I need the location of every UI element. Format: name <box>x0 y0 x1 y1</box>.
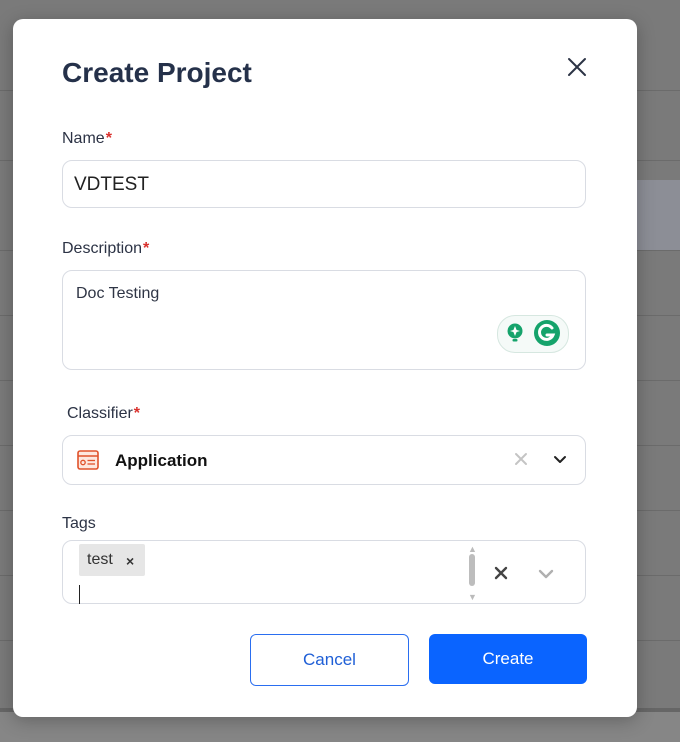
description-value: Doc Testing <box>76 285 160 302</box>
name-label-text: Name <box>62 130 105 147</box>
classifier-label-text: Classifier <box>67 405 133 422</box>
tag-chip: test × <box>79 544 145 576</box>
name-label: Name* <box>62 130 112 148</box>
required-asterisk: * <box>133 405 141 422</box>
grammarly-widget[interactable] <box>497 315 569 353</box>
dialog-title: Create Project <box>62 57 252 88</box>
name-input[interactable]: VDTEST <box>62 160 586 208</box>
chevron-down-icon[interactable] <box>538 567 554 579</box>
cancel-button[interactable]: Cancel <box>250 634 409 686</box>
tags-multiselect[interactable]: test × ▲ ▼ <box>62 540 586 604</box>
classifier-value: Application <box>115 451 208 470</box>
classifier-label: Classifier* <box>67 405 140 423</box>
close-icon[interactable] <box>565 55 589 79</box>
tags-label: Tags <box>62 515 96 533</box>
classifier-select[interactable]: Application <box>62 435 586 485</box>
description-textarea[interactable]: Doc Testing <box>62 270 586 370</box>
scroll-down-arrow[interactable]: ▼ <box>468 592 477 602</box>
name-input-value: VDTEST <box>74 174 149 195</box>
create-project-dialog: Create Project Name* VDTEST Description*… <box>13 19 637 717</box>
description-label: Description* <box>62 240 149 258</box>
scrollbar-thumb[interactable] <box>469 554 475 586</box>
required-asterisk: * <box>143 240 150 257</box>
chevron-down-icon[interactable] <box>552 453 568 465</box>
grammarly-icon <box>507 320 560 346</box>
required-asterisk: * <box>105 130 112 147</box>
remove-tag-icon[interactable]: × <box>126 553 134 569</box>
create-button[interactable]: Create <box>429 634 587 684</box>
tags-label-text: Tags <box>62 515 96 532</box>
scroll-up-arrow[interactable]: ▲ <box>468 544 477 554</box>
description-label-text: Description <box>62 240 143 257</box>
text-cursor <box>79 585 80 604</box>
clear-selection-icon[interactable] <box>513 451 529 467</box>
clear-tags-icon[interactable] <box>493 565 509 581</box>
application-icon <box>77 450 99 470</box>
tag-chip-label: test <box>87 551 113 568</box>
